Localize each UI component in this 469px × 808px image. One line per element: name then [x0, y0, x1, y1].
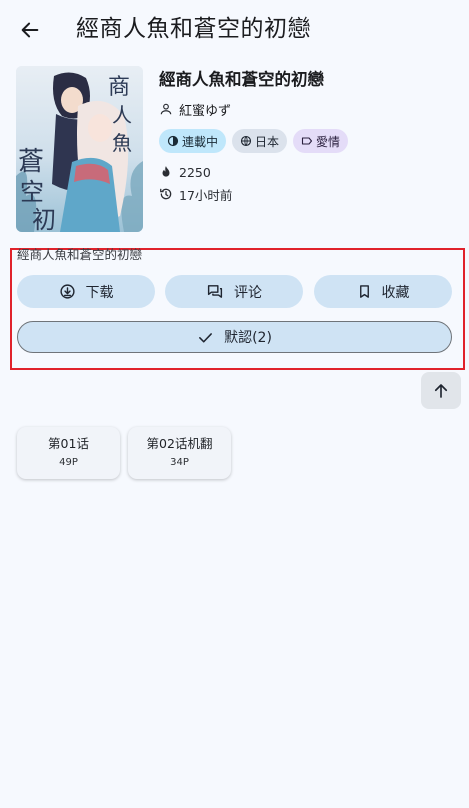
tag-region-label: 日本	[255, 134, 280, 149]
favorite-button[interactable]: 收藏	[314, 275, 452, 308]
page-title: 經商人魚和蒼空的初戀	[76, 16, 311, 42]
download-icon	[59, 283, 76, 300]
download-label: 下载	[85, 284, 114, 301]
updated-time: 17小时前	[179, 187, 233, 203]
default-group-label: 默認(2)	[224, 330, 272, 346]
svg-text:人: 人	[112, 103, 132, 127]
label-icon	[301, 135, 313, 147]
svg-text:商: 商	[108, 75, 130, 100]
back-button[interactable]	[14, 14, 46, 46]
download-button[interactable]: 下载	[17, 275, 155, 308]
tag-genre[interactable]: 愛情	[293, 129, 349, 153]
comment-button[interactable]: 评论	[165, 275, 303, 308]
chapter-title: 第02话机翻	[146, 436, 213, 451]
person-icon	[159, 102, 173, 116]
default-group-button[interactable]: 默認(2)	[17, 321, 452, 353]
popularity-row: 2250	[159, 163, 211, 181]
bookmark-icon	[357, 283, 372, 300]
chapter-pages: 34P	[170, 457, 189, 468]
tag-status-label: 連載中	[182, 134, 219, 149]
chapter-card[interactable]: 第01话 49P	[17, 427, 120, 479]
globe-icon	[240, 135, 252, 147]
forum-icon	[206, 283, 224, 300]
author-name: 紅蜜ゆず	[179, 103, 232, 119]
comic-cover[interactable]: 商 人 魚 蒼 空 初	[16, 66, 143, 232]
favorite-label: 收藏	[381, 284, 410, 301]
svg-text:空: 空	[20, 178, 44, 206]
arrow-up-icon	[432, 382, 450, 400]
history-icon	[159, 187, 173, 201]
updated-row: 17小时前	[159, 185, 232, 203]
comment-label: 评论	[234, 284, 262, 301]
arrow-left-icon	[19, 19, 41, 41]
svg-text:魚: 魚	[112, 131, 132, 155]
author-row[interactable]: 紅蜜ゆず	[159, 99, 231, 119]
tag-region[interactable]: 日本	[232, 129, 288, 153]
app-bar: 經商人魚和蒼空的初戀	[0, 0, 469, 58]
flame-icon	[159, 165, 173, 179]
chapter-card[interactable]: 第02话机翻 34P	[128, 427, 231, 479]
chapter-pages: 49P	[59, 457, 78, 468]
comic-title: 經商人魚和蒼空的初戀	[159, 70, 324, 89]
tag-list: 連載中 日本 愛情	[159, 129, 349, 153]
progress-icon	[167, 135, 179, 147]
tag-status[interactable]: 連載中	[159, 129, 227, 153]
tag-genre-label: 愛情	[316, 134, 341, 149]
section-label: 經商人魚和蒼空的初戀	[17, 247, 143, 262]
check-icon	[197, 329, 214, 346]
popularity-value: 2250	[179, 164, 211, 180]
chapter-title: 第01话	[48, 436, 89, 451]
svg-text:蒼: 蒼	[18, 147, 44, 177]
svg-text:初: 初	[32, 206, 56, 232]
scroll-to-top-button[interactable]	[421, 372, 461, 409]
